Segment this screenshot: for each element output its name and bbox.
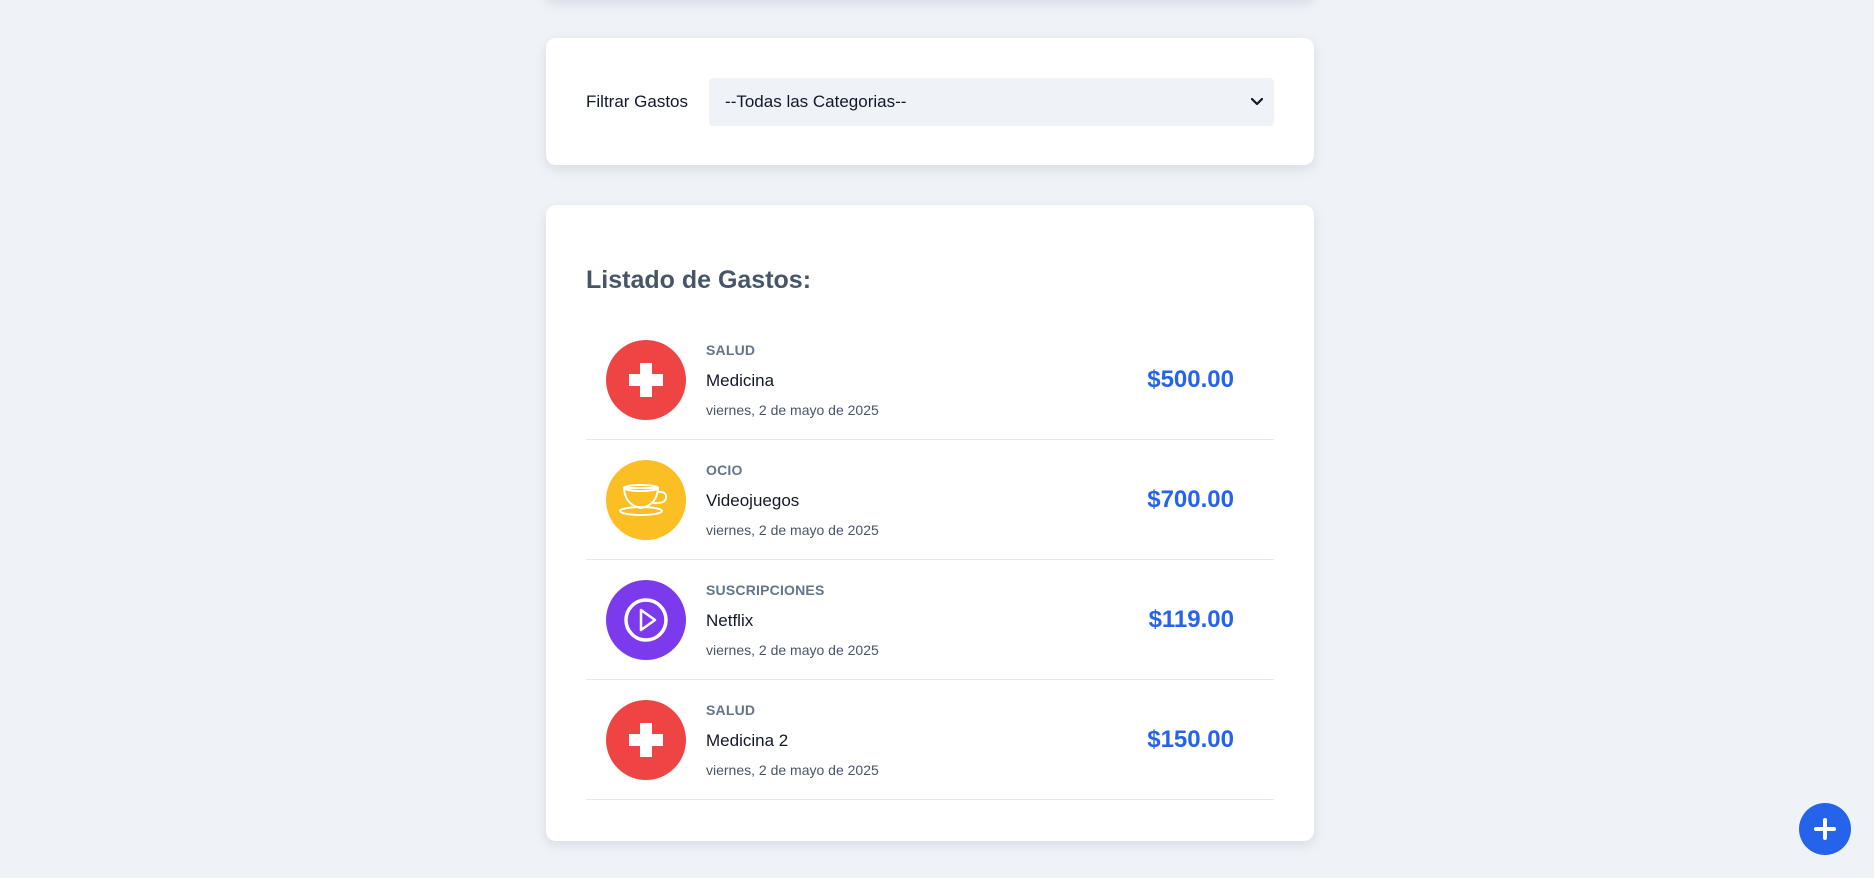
expense-name: Medicina [706,370,775,390]
expense-category: Suscripciones [706,581,825,598]
expense-date: viernes, 2 de mayo de 2025 [706,641,879,658]
chevron-down-icon [1250,95,1264,109]
category-circle [606,699,686,780]
expense-date: viernes, 2 de mayo de 2025 [706,761,879,778]
add-expense-button[interactable] [1799,803,1851,855]
expense-date: viernes, 2 de mayo de 2025 [706,521,879,538]
expense-date: viernes, 2 de mayo de 2025 [706,401,879,418]
medical-cross-icon [629,722,663,757]
expense-amount: $700.00 [1147,485,1234,513]
plus-icon [1814,818,1836,840]
expense-item[interactable]: Salud Medicina 2 viernes, 2 de mayo de 2… [586,680,1274,800]
expense-amount: $500.00 [1147,365,1234,393]
filter-label: Filtrar Gastos [586,91,689,111]
expense-item[interactable]: Salud Medicina viernes, 2 de mayo de 202… [586,320,1274,440]
category-filter-select[interactable]: --Todas las Categorias-- [709,77,1274,126]
expense-name: Videojuegos [706,490,800,510]
expense-list-card: Listado de Gastos: Salud Medicina vierne… [546,205,1314,841]
app-page: Filtrar Gastos --Todas las Categorias-- … [0,0,1874,878]
expense-item[interactable]: Ocio Videojuegos viernes, 2 de mayo de 2… [586,440,1274,560]
expense-list-title: Listado de Gastos: [586,266,812,294]
play-icon [624,597,668,642]
expense-item[interactable]: Suscripciones Netflix viernes, 2 de mayo… [586,560,1274,680]
medical-cross-icon [629,362,663,397]
expense-amount: $119.00 [1148,605,1234,633]
category-circle [606,579,686,660]
expense-category: Salud [706,341,756,358]
expense-name: Medicina 2 [706,730,789,750]
teacup-icon [619,483,668,516]
category-circle [606,339,686,420]
category-filter-value: --Todas las Categorias-- [725,91,907,111]
expense-category: Ocio [706,461,743,478]
expense-name: Netflix [706,610,754,630]
expense-amount: $150.00 [1147,725,1234,753]
filter-card: Filtrar Gastos --Todas las Categorias-- [546,38,1314,165]
category-circle [606,459,686,540]
expense-category: Salud [706,701,756,718]
